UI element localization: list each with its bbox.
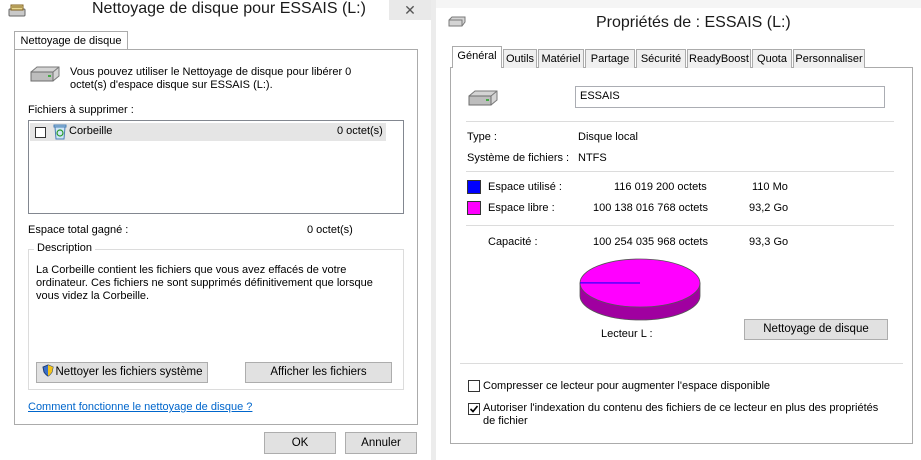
tab-label: Outils — [505, 53, 535, 65]
cancel-label: Annuler — [361, 437, 401, 449]
checkmark-icon — [469, 405, 479, 413]
disk-cleanup-button[interactable]: Nettoyage de disque — [744, 319, 888, 340]
fs-label: Système de fichiers : — [467, 152, 570, 164]
disk-cleanup-button-label: Nettoyage de disque — [763, 323, 869, 335]
properties-window-title: Propriétés de : ESSAIS (L:) — [596, 14, 791, 31]
drive-letter-label: Lecteur L : — [601, 328, 653, 340]
view-files-button[interactable]: Afficher les fichiers — [245, 362, 392, 383]
index-label[interactable]: Autoriser l'indexation du contenu des fi… — [483, 402, 893, 428]
files-list[interactable]: Corbeille 0 octet(s) — [28, 120, 404, 214]
separator — [460, 363, 903, 364]
tab-label: Personnaliser — [795, 53, 863, 65]
description-label: Description — [34, 242, 96, 254]
tab-label: ReadyBoost — [689, 53, 749, 65]
separator — [466, 171, 894, 172]
drive-name-input[interactable]: ESSAIS — [575, 86, 885, 108]
drive-icon — [468, 90, 498, 106]
cleanup-help-link[interactable]: Comment fonctionne le nettoyage de disqu… — [28, 401, 252, 413]
drive-name-value: ESSAIS — [580, 90, 620, 102]
type-label: Type : — [467, 131, 497, 143]
description-text: La Corbeille contient les fichiers que v… — [36, 264, 373, 302]
tab-disk-cleanup[interactable]: Nettoyage de disque — [14, 31, 128, 50]
free-space-label: Espace libre : — [488, 202, 555, 214]
clean-system-files-button[interactable]: Nettoyer les fichiers système — [36, 362, 208, 383]
tab-outils[interactable]: Outils — [503, 49, 537, 68]
list-item[interactable]: Corbeille 0 octet(s) — [30, 123, 386, 141]
tab-readyboost[interactable]: ReadyBoost — [687, 49, 751, 68]
tab-disk-cleanup-label: Nettoyage de disque — [20, 35, 122, 47]
index-checkbox[interactable] — [468, 403, 480, 415]
tab-label: Général — [457, 50, 497, 62]
tab-label: Sécurité — [640, 53, 682, 65]
tab-label: Partage — [590, 53, 630, 65]
tab-partage[interactable]: Partage — [585, 49, 635, 68]
total-space-value: 0 octet(s) — [307, 224, 353, 236]
disk-cleanup-window: Nettoyage de disque pour ESSAIS (L:) ✕ N… — [0, 0, 431, 460]
file-category-size: 0 octet(s) — [337, 125, 383, 137]
recycle-bin-icon — [53, 124, 67, 140]
cleanup-intro-text: Vous pouvez utiliser le Nettoyage de dis… — [70, 66, 352, 91]
used-space-bytes: 116 019 200 octets — [614, 181, 707, 193]
fs-value: NTFS — [578, 152, 607, 164]
ok-label: OK — [291, 437, 309, 449]
used-space-label: Espace utilisé : — [488, 181, 562, 193]
recycle-bin-checkbox[interactable] — [35, 127, 46, 138]
used-color-swatch — [467, 180, 481, 194]
separator — [466, 225, 894, 226]
tab-label: Quota — [757, 53, 787, 65]
tab-quota[interactable]: Quota — [752, 49, 792, 68]
tab-materiel[interactable]: Matériel — [538, 49, 584, 68]
drive-icon — [30, 66, 60, 82]
admin-shield-icon — [41, 364, 54, 377]
type-value: Disque local — [578, 131, 638, 143]
tab-general[interactable]: Général — [452, 46, 502, 68]
tab-personnaliser[interactable]: Personnaliser — [793, 49, 865, 68]
total-space-label: Espace total gagné : — [28, 224, 129, 236]
tab-securite[interactable]: Sécurité — [636, 49, 686, 68]
free-color-swatch — [467, 201, 481, 215]
separator — [466, 121, 894, 122]
file-category-name: Corbeille — [69, 125, 113, 137]
capacity-bytes: 100 254 035 968 octets — [593, 236, 708, 248]
view-files-label: Afficher les fichiers — [270, 366, 367, 378]
cleanup-close-button[interactable]: ✕ — [389, 0, 431, 20]
properties-drive-icon — [448, 16, 466, 27]
used-space-size: 110 Mo — [752, 181, 788, 193]
capacity-label: Capacité : — [488, 236, 538, 248]
ok-button[interactable]: OK — [264, 432, 336, 454]
free-space-bytes: 100 138 016 768 octets — [593, 202, 708, 214]
cleanup-window-title: Nettoyage de disque pour ESSAIS (L:) — [92, 0, 366, 17]
clean-system-files-label: Nettoyer les fichiers système — [55, 366, 203, 378]
compress-checkbox[interactable] — [468, 380, 480, 392]
free-space-size: 93,2 Go — [749, 202, 789, 214]
capacity-size: 93,3 Go — [749, 236, 789, 248]
files-to-delete-label: Fichiers à supprimer : — [28, 104, 134, 116]
close-icon: ✕ — [404, 2, 416, 18]
cancel-button[interactable]: Annuler — [345, 432, 417, 454]
cleanup-app-icon — [8, 4, 26, 17]
tab-label: Matériel — [541, 53, 581, 65]
compress-label[interactable]: Compresser ce lecteur pour augmenter l'e… — [483, 380, 770, 392]
properties-window: Propriétés de : ESSAIS (L:) Général Outil… — [436, 0, 921, 460]
disk-usage-pie — [579, 258, 701, 321]
